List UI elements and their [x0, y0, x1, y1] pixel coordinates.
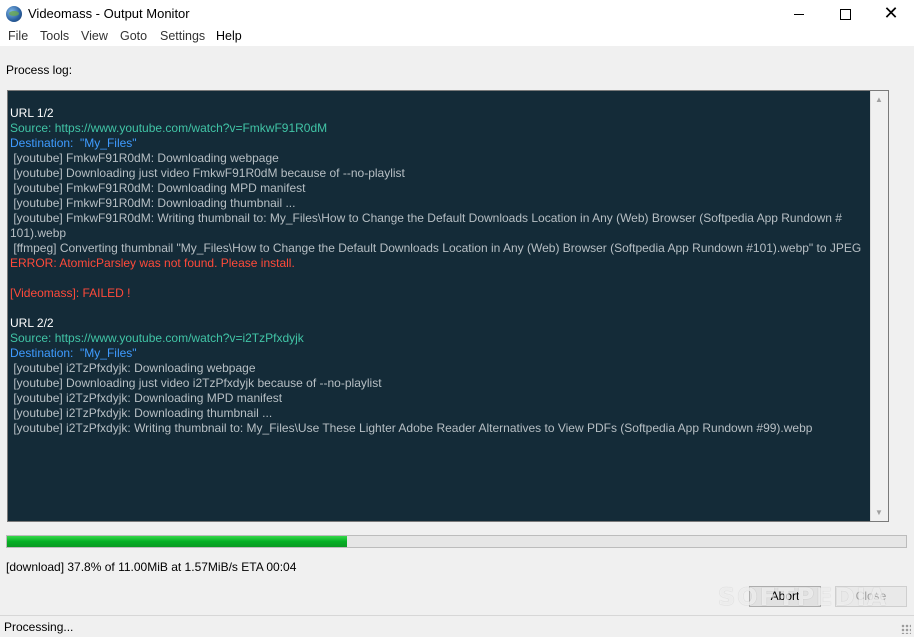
- softpedia-watermark: SOFTPEDIA: [718, 583, 888, 611]
- menu-view[interactable]: View: [81, 29, 108, 43]
- menu-settings[interactable]: Settings: [160, 29, 205, 43]
- log-scrollbar[interactable]: ▲ ▼: [870, 91, 888, 521]
- log-line: [youtube] i2TzPfxdyjk: Downloading MPD m…: [10, 391, 283, 405]
- log-line: [youtube] FmkwF91R0dM: Downloading MPD m…: [10, 181, 306, 195]
- scroll-down-arrow-icon[interactable]: ▼: [875, 508, 883, 517]
- log-line: Source: https://www.youtube.com/watch?v=…: [10, 121, 328, 135]
- log-line: Destination: "My_Files": [10, 136, 137, 150]
- download-status-text: [download] 37.8% of 11.00MiB at 1.57MiB/…: [6, 560, 297, 574]
- log-line: [youtube] i2TzPfxdyjk: Writing thumbnail…: [10, 421, 813, 435]
- log-line: [youtube] FmkwF91R0dM: Downloading thumb…: [10, 196, 296, 210]
- log-line: [youtube] i2TzPfxdyjk: Downloading thumb…: [10, 406, 273, 420]
- log-line: [youtube] FmkwF91R0dM: Downloading webpa…: [10, 151, 279, 165]
- log-line: [youtube] Downloading just video i2TzPfx…: [10, 376, 382, 390]
- resize-grip-icon[interactable]: [901, 624, 911, 634]
- title-bar: Videomass - Output Monitor ✕: [0, 0, 914, 28]
- scroll-up-arrow-icon[interactable]: ▲: [875, 95, 883, 104]
- menu-goto[interactable]: Goto: [120, 29, 147, 43]
- download-progress-bar: [6, 535, 907, 548]
- process-log-textarea[interactable]: URL 1/2 Source: https://www.youtube.com/w…: [7, 90, 889, 522]
- maximize-button[interactable]: [822, 0, 868, 28]
- log-line: [youtube] FmkwF91R0dM: Writing thumbnail…: [10, 211, 842, 240]
- log-line: ERROR: AtomicParsley was not found. Plea…: [10, 256, 295, 270]
- status-bar: Processing...: [0, 615, 914, 637]
- minimize-button[interactable]: [776, 0, 822, 28]
- log-content: URL 1/2 Source: https://www.youtube.com/w…: [10, 106, 872, 436]
- maximize-icon: [839, 8, 851, 20]
- status-bar-text: Processing...: [4, 620, 74, 634]
- menu-bar: File Tools View Goto Settings Help: [0, 28, 914, 46]
- log-line: Destination: "My_Files": [10, 346, 137, 360]
- videomass-app-icon: [6, 6, 22, 22]
- log-line: [youtube] i2TzPfxdyjk: Downloading webpa…: [10, 361, 256, 375]
- minimize-icon: [794, 13, 804, 15]
- window-title: Videomass - Output Monitor: [28, 6, 190, 21]
- close-icon: ✕: [883, 3, 899, 24]
- menu-tools[interactable]: Tools: [40, 29, 69, 43]
- menu-file[interactable]: File: [8, 29, 28, 43]
- menu-help[interactable]: Help: [216, 29, 242, 43]
- process-log-label: Process log:: [6, 63, 73, 77]
- log-line: URL 1/2: [10, 106, 54, 120]
- progress-fill: [7, 536, 347, 547]
- log-line: [Videomass]: FAILED !: [10, 286, 131, 300]
- log-line: [youtube] Downloading just video FmkwF91…: [10, 166, 405, 180]
- log-line: [ffmpeg] Converting thumbnail "My_Files\…: [10, 241, 862, 255]
- log-line: Source: https://www.youtube.com/watch?v=…: [10, 331, 304, 345]
- close-window-button[interactable]: ✕: [868, 0, 914, 28]
- log-line: URL 2/2: [10, 316, 54, 330]
